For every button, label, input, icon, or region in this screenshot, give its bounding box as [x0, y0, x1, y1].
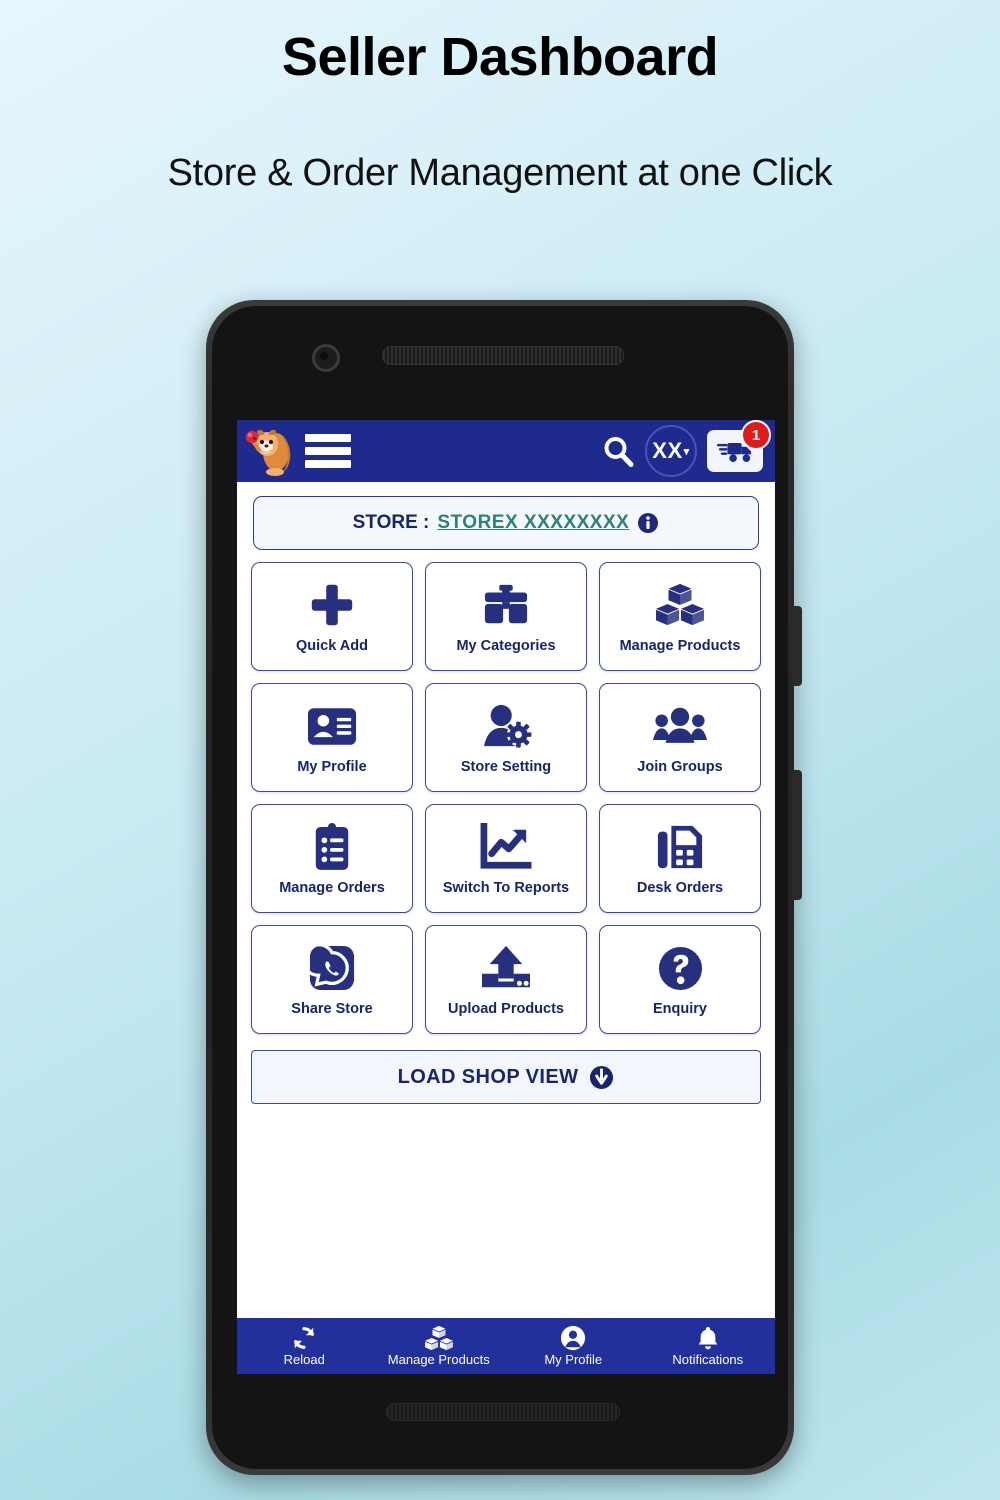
user-gear-icon — [480, 700, 532, 752]
store-bar[interactable]: STORE : STOREX XXXXXXXX — [253, 496, 759, 550]
search-icon[interactable] — [601, 434, 635, 468]
bell-icon — [695, 1325, 721, 1351]
tile-label: Enquiry — [653, 1001, 707, 1017]
load-shop-view-button[interactable]: LOAD SHOP VIEW — [251, 1050, 761, 1104]
plus-icon — [307, 579, 357, 631]
tile-store-setting[interactable]: Store Setting — [425, 683, 587, 792]
tile-label: Manage Orders — [279, 880, 385, 896]
group-people-icon — [653, 700, 707, 752]
phone-volume-button — [792, 606, 802, 686]
tile-label: My Categories — [456, 638, 556, 654]
tile-switch-to-reports[interactable]: Switch To Reports — [425, 804, 587, 913]
tile-join-groups[interactable]: Join Groups — [599, 683, 761, 792]
phone-bezel: XX ▾ 1 STORE: STOREX XXXXXXXX Quick Add… — [212, 306, 788, 1469]
id-card-icon — [307, 700, 357, 752]
nav-item-notifications[interactable]: Notifications — [641, 1325, 776, 1367]
account-menu-button[interactable]: XX ▾ — [645, 425, 697, 477]
hamburger-menu-icon[interactable] — [305, 429, 351, 473]
refresh-icon — [291, 1325, 317, 1351]
tile-label: Upload Products — [447, 1001, 564, 1017]
delivery-badge: 1 — [741, 420, 771, 450]
tile-label: Switch To Reports — [442, 880, 570, 896]
tile-manage-orders[interactable]: Manage Orders — [251, 804, 413, 913]
tile-label: Quick Add — [296, 638, 368, 654]
account-label: XX — [652, 438, 683, 463]
whatsapp-icon — [309, 942, 355, 994]
page-title: Seller Dashboard — [281, 27, 719, 87]
arrow-down-circle-icon — [589, 1065, 614, 1090]
boxes-icon — [654, 579, 706, 631]
tile-manage-products[interactable]: Manage Products — [599, 562, 761, 671]
briefcase-icon — [481, 579, 531, 631]
tile-enquiry[interactable]: Enquiry — [599, 925, 761, 1034]
earpiece-speaker — [382, 346, 624, 365]
boxes-icon — [423, 1325, 455, 1351]
phone-screen: XX ▾ 1 STORE: STOREX XXXXXXXX Quick Add… — [237, 420, 775, 1374]
nav-item-label: My Profile — [544, 1352, 603, 1367]
phone-power-button — [792, 770, 802, 900]
question-circle-icon — [657, 942, 704, 994]
app-bar: XX ▾ 1 — [237, 420, 775, 482]
chevron-down-icon: ▾ — [683, 445, 690, 458]
desk-calculator-icon — [656, 821, 704, 873]
dashboard-grid: Quick Add My Categories Manage Products … — [251, 562, 761, 1034]
tile-label: My Profile — [297, 759, 367, 775]
delivery-orders-button[interactable]: 1 — [707, 420, 771, 472]
tile-upload-products[interactable]: Upload Products — [425, 925, 587, 1034]
squirrel-mascot-icon — [245, 426, 291, 476]
phone-mockup: XX ▾ 1 STORE: STOREX XXXXXXXX Quick Add… — [206, 300, 802, 1475]
tile-label: Desk Orders — [636, 880, 724, 896]
info-circle-icon[interactable] — [637, 512, 659, 534]
load-shop-view-label: LOAD SHOP VIEW — [397, 1065, 579, 1088]
front-camera-icon — [312, 344, 340, 372]
tile-label: Share Store — [291, 1001, 373, 1017]
nav-item-my-profile[interactable]: My Profile — [506, 1325, 641, 1367]
tile-label: Join Groups — [637, 759, 723, 775]
chart-trend-icon — [480, 821, 532, 873]
nav-item-label: Manage Products — [387, 1352, 490, 1367]
page-subtitle: Store & Order Management at one Click — [167, 152, 833, 194]
tile-my-categories[interactable]: My Categories — [425, 562, 587, 671]
tile-label: Manage Products — [619, 638, 741, 654]
nav-item-label: Notifications — [672, 1352, 744, 1367]
tile-share-store[interactable]: Share Store — [251, 925, 413, 1034]
nav-item-manage-products[interactable]: Manage Products — [372, 1325, 507, 1367]
store-name-link[interactable]: STOREX XXXXXXXX — [437, 512, 629, 534]
upload-arrow-icon — [480, 942, 532, 994]
tile-label: Store Setting — [460, 759, 552, 775]
bottom-navigation: Reload Manage Products My Profile Notifi… — [237, 1318, 775, 1374]
nav-item-reload[interactable]: Reload — [237, 1325, 372, 1367]
user-circle-icon — [560, 1325, 586, 1351]
bottom-speaker — [386, 1403, 620, 1421]
app-bar-actions: XX ▾ 1 — [601, 420, 775, 477]
store-label: STORE : — [352, 512, 430, 533]
tile-quick-add[interactable]: Quick Add — [251, 562, 413, 671]
clipboard-list-icon — [311, 821, 353, 873]
tile-desk-orders[interactable]: Desk Orders — [599, 804, 761, 913]
nav-item-label: Reload — [283, 1352, 325, 1367]
tile-my-profile[interactable]: My Profile — [251, 683, 413, 792]
